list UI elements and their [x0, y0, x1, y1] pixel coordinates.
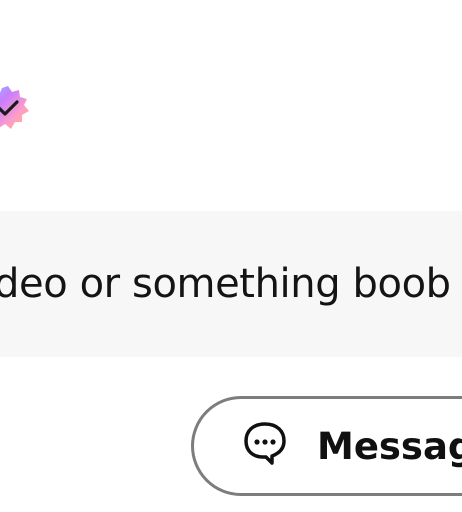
verified-badge-icon	[0, 84, 32, 132]
comment-page: deo or something boob Message	[0, 0, 462, 512]
message-bubble-icon	[241, 419, 289, 467]
message-button-label: Message	[317, 425, 462, 468]
comment-text: deo or something boob	[0, 261, 451, 307]
verified-badge-shape	[0, 86, 29, 129]
